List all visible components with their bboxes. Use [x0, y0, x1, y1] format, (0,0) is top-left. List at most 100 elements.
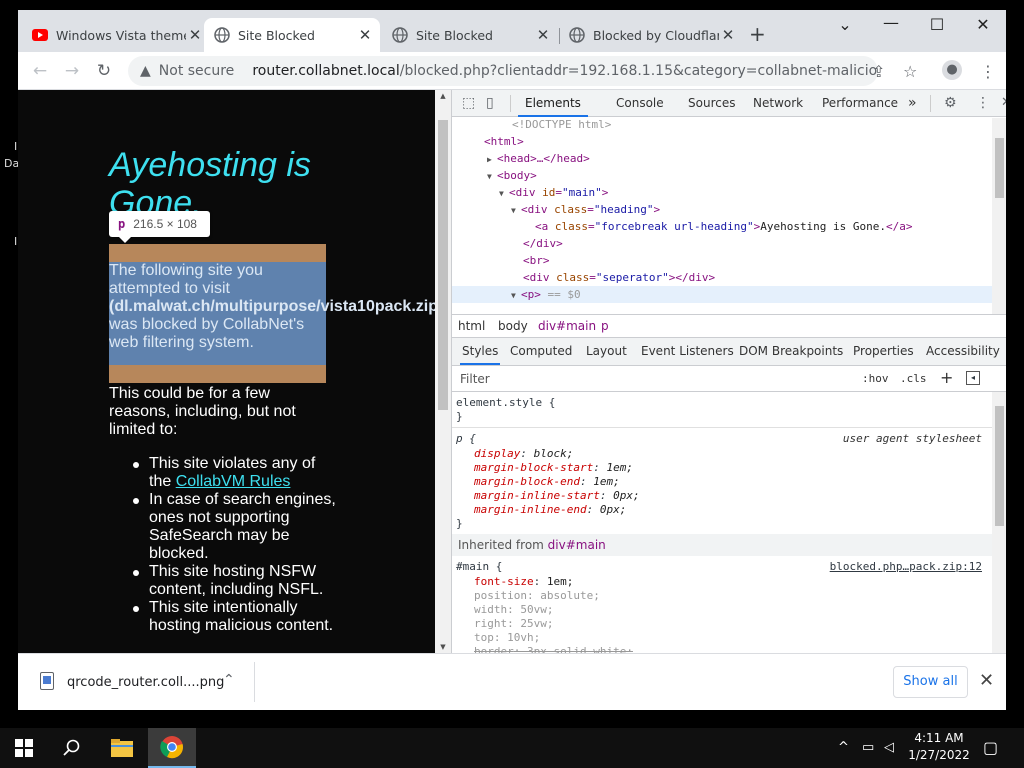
settings-gear-icon[interactable]: ⚙ [944, 95, 957, 111]
style-property[interactable]: margin-block-start: 1em; [474, 461, 633, 475]
dom-line[interactable]: <html> [452, 133, 992, 150]
desktop-icon-fragment: I [14, 235, 18, 248]
devtools-tab-elements[interactable]: Elements [518, 90, 588, 117]
show-all-button[interactable]: Show all [893, 666, 968, 698]
inherited-from-link[interactable]: div#main [548, 538, 606, 552]
style-property[interactable]: font-size: 1em; [474, 575, 573, 589]
dom-line[interactable]: </div> [452, 235, 992, 252]
style-property[interactable]: margin-block-end: 1em; [474, 475, 620, 489]
page-scrollbar[interactable]: ▲ ▼ [435, 90, 451, 653]
crumb-div-main[interactable]: div#main [538, 319, 596, 333]
forward-icon[interactable]: → [62, 61, 82, 81]
tab-site-blocked[interactable]: Site Blocked ✕ [392, 18, 552, 52]
address-bar[interactable]: ▲ Not secure router.collabnet.local/bloc… [128, 56, 878, 86]
dom-line[interactable]: ▼ <div class="heading"> [452, 201, 992, 218]
reasons-list: This site violates any of the CollabVM R… [133, 455, 339, 635]
filter-input[interactable]: Filter [460, 372, 490, 386]
devtools-menu-icon[interactable]: ⋮ [976, 95, 990, 111]
subtab-styles[interactable]: Styles [460, 338, 501, 365]
blocked-paragraph: The following site you attempted to visi… [109, 262, 435, 352]
volume-muted-icon[interactable]: ◁ [884, 740, 894, 755]
tab-close-icon[interactable]: ✕ [186, 26, 204, 44]
style-property[interactable]: margin-inline-start: 0px; [474, 489, 640, 503]
inspect-element-icon[interactable]: ⬚ [462, 95, 475, 111]
dom-line[interactable]: <a class="forcebreak url-heading">Ayehos… [452, 218, 992, 235]
tab-close-icon[interactable]: ✕ [356, 26, 374, 44]
subtab-dom-breakpoints[interactable]: DOM Breakpoints [739, 338, 843, 365]
list-item: This site violates any of the CollabVM R… [133, 455, 339, 491]
globe-icon [214, 27, 230, 43]
file-explorer-icon[interactable] [98, 728, 146, 768]
dom-line[interactable]: <!DOCTYPE html> [452, 118, 992, 133]
subtab-computed[interactable]: Computed [510, 338, 572, 365]
more-tabs-icon[interactable]: » [908, 90, 917, 117]
chrome-icon[interactable] [148, 728, 196, 768]
menu-kebab-icon[interactable]: ⋮ [980, 62, 996, 81]
search-icon[interactable] [48, 728, 96, 768]
dom-line-selected[interactable]: ▼ <p> == $0 [452, 286, 992, 303]
devtools-tab-sources[interactable]: Sources [688, 90, 735, 117]
devtools-tab-network[interactable]: Network [753, 90, 803, 117]
tab-label: Windows Vista theme [56, 27, 186, 43]
subtab-accessibility[interactable]: Accessibility [926, 338, 1000, 365]
minimize-icon[interactable]: — [868, 13, 914, 32]
tab-search-chevron-icon[interactable]: ⌄ [822, 15, 868, 34]
crumb-html[interactable]: html [458, 319, 485, 333]
cls-toggle[interactable]: .cls [900, 372, 927, 385]
back-icon[interactable]: ← [30, 61, 50, 81]
taskbar-clock[interactable]: 4:11 AM 1/27/2022 [906, 730, 972, 764]
hov-toggle[interactable]: :hov [862, 372, 889, 385]
subtab-event-listeners[interactable]: Event Listeners [641, 338, 734, 365]
tab-windows-vista-theme[interactable]: Windows Vista theme ✕ [32, 18, 204, 52]
maximize-icon[interactable]: ☐ [914, 15, 960, 34]
bookmark-star-icon[interactable]: ☆ [903, 62, 917, 81]
url-host: router.collabnet.local [252, 63, 400, 79]
shelf-close-icon[interactable]: ✕ [979, 670, 994, 691]
chevron-up-icon[interactable]: ⌃ [223, 672, 235, 688]
crumb-body[interactable]: body [498, 319, 528, 333]
network-icon[interactable]: ▭ [862, 740, 874, 755]
style-property[interactable]: right: 25vw; [474, 617, 554, 631]
tab-close-icon[interactable]: ✕ [719, 26, 737, 44]
subtab-layout[interactable]: Layout [586, 338, 627, 365]
toggle-sidebar-icon[interactable]: ◂ [966, 371, 980, 385]
notification-icon[interactable]: ▢ [983, 738, 998, 757]
style-property-overridden[interactable]: border: 3px solid white; [474, 645, 633, 653]
browser-toolbar: ← → ↻ ▲ Not secure router.collabnet.loca… [18, 52, 1006, 90]
subtab-properties[interactable]: Properties [853, 338, 914, 365]
tab-site-blocked-active[interactable]: Site Blocked ✕ [204, 18, 380, 52]
styles-subtabs: Styles Computed Layout Event Listeners D… [452, 338, 1006, 366]
dom-scrollbar[interactable] [992, 118, 1006, 314]
dom-line[interactable]: ▼ <body> [452, 167, 992, 184]
start-windows-icon[interactable] [0, 728, 48, 768]
tray-chevron-icon[interactable]: ^ [838, 740, 849, 755]
new-rule-icon[interactable]: + [940, 368, 953, 387]
style-rule-selector: #main { [456, 560, 503, 573]
devtools-tab-performance[interactable]: Performance [822, 90, 898, 117]
download-filename[interactable]: qrcode_router.coll....png [67, 675, 224, 690]
dom-line[interactable]: ▼ <div id="main"> [452, 184, 992, 201]
window-close-icon[interactable]: ✕ [960, 15, 1006, 34]
new-tab-icon[interactable]: + [749, 24, 766, 44]
crumb-p[interactable]: p [601, 319, 609, 333]
style-rule-close: } [456, 410, 463, 423]
devtools-tab-console[interactable]: Console [616, 90, 664, 117]
tab-close-icon[interactable]: ✕ [534, 26, 552, 44]
rule-source-link[interactable]: blocked.php…pack.zip:12 [830, 560, 982, 573]
reload-icon[interactable]: ↻ [94, 61, 114, 81]
profile-avatar-icon[interactable]: ● [942, 60, 962, 80]
collabvm-rules-link[interactable]: CollabVM Rules [176, 473, 291, 490]
style-property[interactable]: width: 50vw; [474, 603, 554, 617]
device-toolbar-icon[interactable]: ▯ [486, 95, 494, 111]
style-property[interactable]: display: block; [474, 447, 573, 461]
styles-scrollbar[interactable] [992, 392, 1006, 653]
dom-line[interactable]: ▶ <head>…</head> [452, 150, 992, 167]
tab-blocked-by-cloudflare[interactable]: Blocked by Cloudflare ✕ [569, 18, 737, 52]
style-property[interactable]: margin-inline-end: 0px; [474, 503, 626, 517]
style-property[interactable]: top: 10vh; [474, 631, 540, 645]
tab-label: Site Blocked [238, 27, 315, 43]
share-icon[interactable]: ⇪ [872, 62, 885, 81]
dom-line[interactable]: <br> [452, 252, 992, 269]
dom-line[interactable]: <div class="seperator"></div> [452, 269, 992, 286]
style-property[interactable]: position: absolute; [474, 589, 600, 603]
